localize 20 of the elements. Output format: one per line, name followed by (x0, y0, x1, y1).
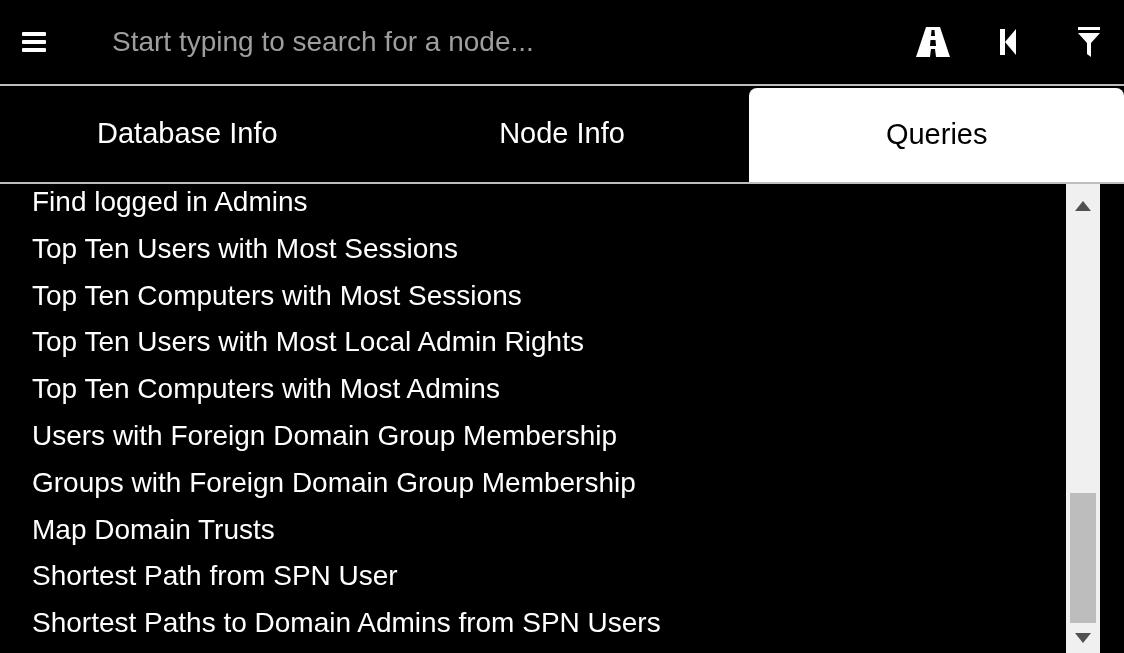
filter-icon[interactable] (1078, 27, 1100, 57)
query-item[interactable]: Users with Foreign Domain Group Membership (32, 419, 1066, 466)
query-item[interactable]: Top Ten Computers with Most Sessions (32, 278, 1066, 326)
search-field[interactable]: Start typing to search for a node... (112, 21, 900, 63)
scroll-down-icon[interactable] (1075, 633, 1091, 643)
scrollbar-thumb[interactable] (1070, 493, 1096, 623)
query-item[interactable]: Find logged in Admins (32, 185, 1066, 232)
scroll-up-icon[interactable] (1075, 201, 1091, 211)
query-item[interactable]: Shortest Path from SPN User (32, 559, 1066, 607)
query-item[interactable]: Top Ten Computers with Most Admins (32, 372, 1066, 419)
tab[interactable]: Queries (749, 88, 1124, 182)
menu-icon[interactable] (22, 30, 46, 54)
scrollbar[interactable] (1066, 184, 1100, 653)
road-icon[interactable] (916, 27, 950, 57)
query-item[interactable]: Map Domain Trusts (32, 512, 1066, 560)
query-item[interactable]: Top Ten Users with Most Local Admin Rights (32, 325, 1066, 373)
query-item[interactable]: Top Ten Users with Most Sessions (32, 231, 1066, 279)
skip-back-icon[interactable] (1000, 29, 1016, 55)
query-item[interactable]: Groups with Foreign Domain Group Membership (32, 465, 1066, 513)
query-item[interactable]: Shortest Paths to Domain Admins from SPN Users (32, 606, 1066, 653)
